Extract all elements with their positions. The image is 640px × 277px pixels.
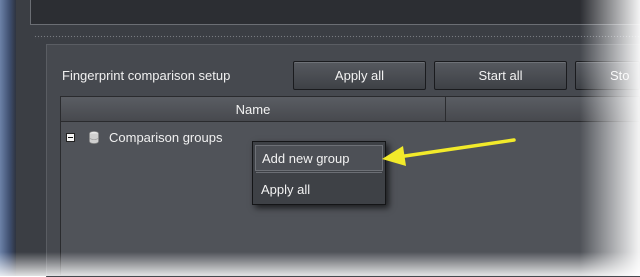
column-header-2[interactable] xyxy=(445,96,640,122)
application-window: Fingerprint comparison setup Apply all S… xyxy=(0,0,640,277)
window-edge xyxy=(0,0,16,276)
splitter-handle[interactable] xyxy=(34,35,640,39)
tree-node-comparison-groups[interactable]: Comparison groups xyxy=(66,128,222,146)
setup-title: Fingerprint comparison setup xyxy=(62,68,231,83)
column-header-name[interactable]: Name xyxy=(60,96,446,122)
context-menu: Add new group Apply all xyxy=(252,141,386,205)
upper-panel xyxy=(30,0,640,25)
stop-all-button[interactable]: Sto xyxy=(575,61,640,90)
menu-item-apply-all[interactable]: Apply all xyxy=(255,176,383,202)
menu-item-add-new-group[interactable]: Add new group xyxy=(255,145,383,171)
tree-node-label: Comparison groups xyxy=(109,129,223,145)
collapse-toggle-icon[interactable] xyxy=(66,132,75,142)
menu-separator xyxy=(256,172,382,173)
apply-all-button[interactable]: Apply all xyxy=(293,61,426,90)
start-all-button[interactable]: Start all xyxy=(434,61,567,90)
database-icon xyxy=(89,130,99,144)
